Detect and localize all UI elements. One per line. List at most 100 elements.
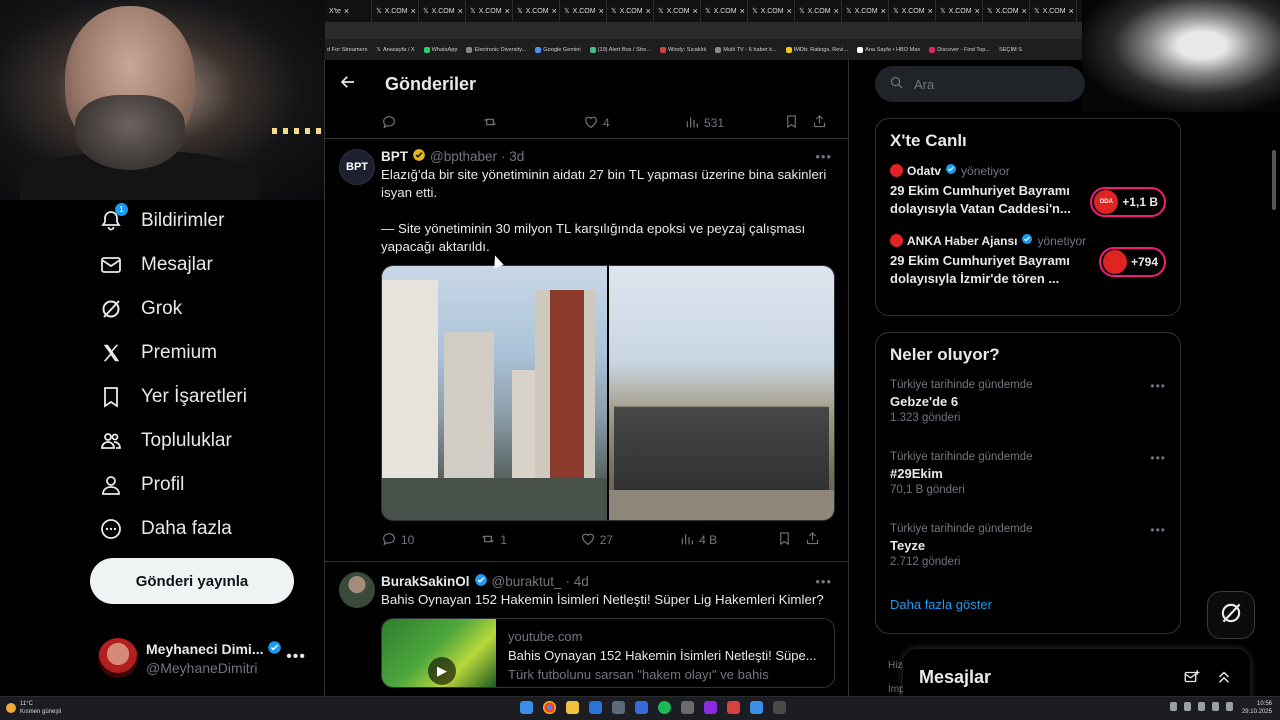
- close-icon[interactable]: ×: [646, 6, 651, 16]
- nav-item-more[interactable]: Daha fazla: [90, 507, 320, 551]
- browser-tab[interactable]: 𝕏 X.COM ×: [1030, 0, 1077, 22]
- nav-item-messages[interactable]: Mesajlar: [90, 243, 320, 287]
- close-icon[interactable]: ×: [881, 6, 886, 16]
- close-icon[interactable]: ×: [1069, 6, 1074, 16]
- bookmark-item[interactable]: 𝕏 Anasayfa / X: [376, 47, 414, 53]
- close-icon[interactable]: ×: [458, 6, 463, 16]
- post-author-name[interactable]: BurakSakinOl: [381, 574, 470, 589]
- close-icon[interactable]: ×: [411, 6, 416, 16]
- reply-button[interactable]: [381, 114, 482, 133]
- address-bar[interactable]: [325, 22, 1082, 39]
- bookmark-item[interactable]: Google Gemini: [535, 46, 581, 53]
- close-icon[interactable]: ×: [740, 6, 745, 16]
- app-icon[interactable]: [704, 701, 717, 714]
- bookmark-item[interactable]: Windy: Sıcaklık: [660, 46, 706, 53]
- close-icon[interactable]: ×: [834, 6, 839, 16]
- browser-tab[interactable]: 𝕏 X.COM ×: [560, 0, 607, 22]
- show-more-link[interactable]: Daha fazla göster: [876, 587, 1180, 626]
- close-icon[interactable]: ×: [344, 6, 349, 16]
- browser-tab[interactable]: 𝕏 X.COM ×: [607, 0, 654, 22]
- bookmark-item[interactable]: Discover - Find Top...: [929, 46, 990, 53]
- post-author-handle[interactable]: @bpthaber: [430, 149, 497, 164]
- browser-tab[interactable]: 𝕏 X.COM ×: [983, 0, 1030, 22]
- avatar[interactable]: BPT: [339, 149, 375, 185]
- share-button[interactable]: [805, 531, 820, 549]
- share-button[interactable]: [812, 114, 827, 132]
- post-card[interactable]: BPT BPT @bpthaber · 3d ••• Elazığ'da bir…: [325, 139, 848, 555]
- post-time[interactable]: · 3d: [501, 149, 524, 164]
- folder-icon[interactable]: [566, 701, 579, 714]
- like-button[interactable]: 4: [583, 114, 684, 133]
- post-author-name[interactable]: BPT: [381, 149, 408, 164]
- nav-item-notifications[interactable]: 1 Bildirimler: [90, 199, 320, 243]
- bookmark-button[interactable]: [784, 114, 812, 132]
- play-icon[interactable]: ▶: [428, 657, 456, 685]
- browser-tab[interactable]: 𝕏 X.COM ×: [936, 0, 983, 22]
- post-author-handle[interactable]: @buraktut_: [492, 574, 562, 589]
- browser-tab[interactable]: 𝕏 X.COM ×: [419, 0, 466, 22]
- app-icon[interactable]: [750, 701, 763, 714]
- views-button[interactable]: 4 B: [679, 531, 777, 550]
- live-item[interactable]: ANKA Haber Ajansı yönetiyor 29 Ekim Cumh…: [876, 227, 1180, 297]
- live-listeners-pill[interactable]: ODA +1,1 B: [1090, 187, 1166, 217]
- app-icon[interactable]: [773, 701, 786, 714]
- close-icon[interactable]: ×: [787, 6, 792, 16]
- bookmark-item[interactable]: d For Streamers: [327, 47, 367, 53]
- browser-tab[interactable]: X'te ×: [325, 0, 372, 22]
- steam-icon[interactable]: [612, 701, 625, 714]
- app-icon[interactable]: [681, 701, 694, 714]
- post-card[interactable]: BurakSakinOl @buraktut_ · 4d ••• Bahis O…: [325, 562, 848, 688]
- post-media[interactable]: [381, 265, 835, 521]
- more-dots-icon[interactable]: •••: [1150, 451, 1166, 465]
- scrollbar[interactable]: [1272, 150, 1276, 210]
- volume-icon[interactable]: [1212, 702, 1219, 711]
- bookmark-item[interactable]: WhatsApp: [423, 46, 457, 53]
- grok-button[interactable]: [1207, 591, 1255, 639]
- more-dots-icon[interactable]: •••: [1150, 523, 1166, 537]
- app-icon[interactable]: [635, 701, 648, 714]
- new-message-icon[interactable]: [1176, 661, 1208, 693]
- close-icon[interactable]: ×: [599, 6, 604, 16]
- account-switcher[interactable]: Meyhaneci Dimi... @MeyhaneDimitri •••: [98, 636, 310, 680]
- bookmark-button[interactable]: [777, 531, 805, 549]
- reply-button[interactable]: 10: [381, 531, 480, 550]
- back-arrow-icon[interactable]: [339, 73, 357, 96]
- windows-start-icon[interactable]: [520, 701, 533, 714]
- browser-tab[interactable]: 𝕏 X.COM ×: [701, 0, 748, 22]
- link-card[interactable]: ▶ youtube.com Bahis Oynayan 152 Hakemin …: [381, 618, 835, 688]
- more-dots-icon[interactable]: •••: [1150, 379, 1166, 393]
- repost-button[interactable]: [482, 114, 583, 133]
- trend-item[interactable]: Türkiye tarihinde gündemde Teyze 2.712 g…: [876, 515, 1180, 587]
- browser-tab[interactable]: 𝕏 X.COM ×: [748, 0, 795, 22]
- more-dots-icon[interactable]: •••: [815, 149, 832, 164]
- bookmark-item[interactable]: IMDb: Ratings, Revi...: [785, 46, 848, 53]
- battery-icon[interactable]: [1226, 702, 1233, 711]
- close-icon[interactable]: ×: [505, 6, 510, 16]
- browser-tab[interactable]: 𝕏 X.COM ×: [889, 0, 936, 22]
- more-dots-icon[interactable]: •••: [815, 574, 832, 589]
- chrome-icon[interactable]: [543, 701, 556, 714]
- trend-item[interactable]: Türkiye tarihinde gündemde #29Ekim 70,1 …: [876, 443, 1180, 515]
- mic-icon[interactable]: [1184, 702, 1191, 711]
- app-icon[interactable]: [727, 701, 740, 714]
- live-listeners-pill[interactable]: +794: [1098, 247, 1166, 277]
- bookmark-item[interactable]: SEÇİM S: [999, 47, 1022, 53]
- bookmark-item[interactable]: Multi TV - 6 haber k...: [715, 46, 777, 53]
- post-time[interactable]: · 4d: [566, 574, 589, 589]
- nav-item-premium[interactable]: Premium: [90, 331, 320, 375]
- more-dots-icon[interactable]: •••: [286, 648, 306, 666]
- expand-icon[interactable]: [1208, 661, 1240, 693]
- chevron-up-icon[interactable]: [1170, 702, 1177, 711]
- browser-tab[interactable]: 𝕏 X.COM ×: [654, 0, 701, 22]
- avatar[interactable]: [339, 572, 375, 608]
- bookmark-item[interactable]: Ana Sayfa • HBO Max: [857, 46, 920, 53]
- spotify-icon[interactable]: [658, 701, 671, 714]
- close-icon[interactable]: ×: [1022, 6, 1027, 16]
- browser-tab[interactable]: 𝕏 X.COM ×: [842, 0, 889, 22]
- close-icon[interactable]: ×: [928, 6, 933, 16]
- like-button[interactable]: 27: [580, 531, 679, 550]
- browser-tab[interactable]: 𝕏 X.COM ×: [466, 0, 513, 22]
- close-icon[interactable]: ×: [552, 6, 557, 16]
- browser-tab[interactable]: 𝕏 X.COM ×: [513, 0, 560, 22]
- close-icon[interactable]: ×: [975, 6, 980, 16]
